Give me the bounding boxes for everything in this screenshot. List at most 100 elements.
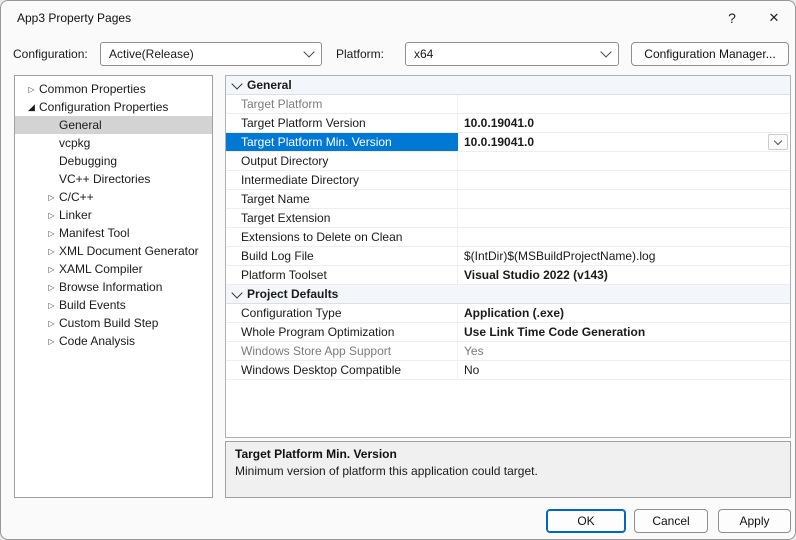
tree-item-label: Build Events [59, 298, 126, 312]
property-value-cell[interactable] [458, 152, 790, 170]
chevron-down-icon[interactable] [231, 78, 242, 89]
help-button[interactable]: ? [711, 3, 753, 33]
property-row-target-extension: Target Extension [226, 209, 790, 228]
group-row-general: General [226, 76, 790, 95]
sidebar-item-vc-directories[interactable]: VC++ Directories [15, 170, 212, 188]
sidebar-item-vcpkg[interactable]: vcpkg [15, 134, 212, 152]
sidebar-item-manifest-tool[interactable]: ▷Manifest Tool [15, 224, 212, 242]
tree-expander-collapsed-icon[interactable]: ▷ [44, 319, 59, 328]
property-name-cell[interactable]: Target Extension [226, 209, 458, 227]
sidebar-item-linker[interactable]: ▷Linker [15, 206, 212, 224]
property-value-cell[interactable] [458, 95, 790, 113]
tree-item-label: Browse Information [59, 280, 162, 294]
tree-expander-collapsed-icon[interactable]: ▷ [44, 211, 59, 220]
tree-item-label: Custom Build Step [59, 316, 158, 330]
property-row-target-platform: Target Platform [226, 95, 790, 114]
configuration-select[interactable]: Active(Release) [100, 42, 322, 66]
tree-expander-collapsed-icon[interactable]: ▷ [44, 283, 59, 292]
sidebar-item-xaml-compiler[interactable]: ▷XAML Compiler [15, 260, 212, 278]
property-value-cell[interactable] [458, 228, 790, 246]
group-header[interactable]: General [226, 76, 292, 94]
property-value-cell[interactable] [458, 171, 790, 189]
property-name: Build Log File [241, 249, 314, 263]
tree-expander-collapsed-icon[interactable]: ▷ [44, 301, 59, 310]
property-name-cell[interactable]: Target Platform Version [226, 114, 458, 132]
sidebar-item-configuration-properties[interactable]: ◢Configuration Properties [15, 98, 212, 116]
sidebar-item-build-events[interactable]: ▷Build Events [15, 296, 212, 314]
tree-expander-collapsed-icon[interactable]: ▷ [44, 265, 59, 274]
close-button[interactable]: ✕ [753, 3, 795, 33]
group-header[interactable]: Project Defaults [226, 285, 338, 303]
tree-item-label: XAML Compiler [59, 262, 143, 276]
property-name-cell[interactable]: Whole Program Optimization [226, 323, 458, 341]
property-name-cell[interactable]: Target Platform Min. Version [226, 133, 458, 151]
property-name-cell[interactable]: Configuration Type [226, 304, 458, 322]
property-name: Target Name [241, 192, 310, 206]
property-name-cell[interactable]: Intermediate Directory [226, 171, 458, 189]
configuration-manager-button[interactable]: Configuration Manager... [631, 42, 789, 66]
property-value-cell[interactable]: No [458, 361, 790, 379]
property-value-cell[interactable]: Use Link Time Code Generation [458, 323, 790, 341]
sidebar-item-debugging[interactable]: Debugging [15, 152, 212, 170]
property-value-cell[interactable]: Visual Studio 2022 (v143) [458, 266, 790, 284]
property-row-configuration-type: Configuration TypeApplication (.exe) [226, 304, 790, 323]
tree-expander-collapsed-icon[interactable]: ▷ [44, 193, 59, 202]
property-name-cell[interactable]: Platform Toolset [226, 266, 458, 284]
property-name: Target Platform Version [241, 116, 366, 130]
tree-expander-collapsed-icon[interactable]: ▷ [44, 229, 59, 238]
property-name: Target Platform Min. Version [241, 135, 392, 149]
title-bar: App3 Property Pages ? ✕ [1, 1, 795, 35]
tree-expander-collapsed-icon[interactable]: ▷ [44, 337, 59, 346]
description-text: Minimum version of platform this applica… [235, 464, 781, 478]
property-value-cell[interactable]: Application (.exe) [458, 304, 790, 322]
property-name-cell[interactable]: Extensions to Delete on Clean [226, 228, 458, 246]
property-name: Output Directory [241, 154, 328, 168]
platform-select[interactable]: x64 [405, 42, 619, 66]
tree-expander-collapsed-icon[interactable]: ▷ [44, 247, 59, 256]
sidebar-item-code-analysis[interactable]: ▷Code Analysis [15, 332, 212, 350]
property-value: $(IntDir)$(MSBuildProjectName).log [464, 249, 655, 263]
property-name: Intermediate Directory [241, 173, 359, 187]
property-value-cell[interactable]: 10.0.19041.0 [458, 133, 790, 151]
property-name-cell[interactable]: Target Name [226, 190, 458, 208]
apply-button[interactable]: Apply [718, 509, 791, 533]
tree-item-label: General [59, 118, 102, 132]
sidebar-item-browse-information[interactable]: ▷Browse Information [15, 278, 212, 296]
property-grid: GeneralTarget Platform Target Platform Ve… [225, 75, 791, 438]
property-name-cell[interactable]: Target Platform [226, 95, 458, 113]
property-value: No [464, 363, 479, 377]
property-name-cell[interactable]: Build Log File [226, 247, 458, 265]
property-value-cell[interactable]: $(IntDir)$(MSBuildProjectName).log [458, 247, 790, 265]
chevron-down-icon[interactable] [231, 287, 242, 298]
cancel-button[interactable]: Cancel [634, 509, 708, 533]
property-name-cell[interactable]: Output Directory [226, 152, 458, 170]
property-name: Platform Toolset [241, 268, 327, 282]
value-dropdown-button[interactable] [768, 134, 788, 150]
property-value-cell[interactable]: Yes [458, 342, 790, 360]
help-icon: ? [728, 10, 736, 26]
tree-expander-collapsed-icon[interactable]: ▷ [24, 85, 39, 94]
property-value-cell[interactable] [458, 190, 790, 208]
property-row-intermediate-directory: Intermediate Directory [226, 171, 790, 190]
sidebar-item-xml-document-generator[interactable]: ▷XML Document Generator [15, 242, 212, 260]
property-pages-dialog: App3 Property Pages ? ✕ Configuration: A… [0, 0, 796, 540]
sidebar-item-custom-build-step[interactable]: ▷Custom Build Step [15, 314, 212, 332]
property-name: Whole Program Optimization [241, 325, 394, 339]
chevron-down-icon [600, 46, 611, 57]
property-name-cell[interactable]: Windows Store App Support [226, 342, 458, 360]
ok-button[interactable]: OK [546, 509, 626, 533]
sidebar-item-common-properties[interactable]: ▷Common Properties [15, 80, 212, 98]
property-value: Yes [464, 344, 484, 358]
property-value-cell[interactable] [458, 209, 790, 227]
property-value: Use Link Time Code Generation [464, 325, 645, 339]
property-value-cell[interactable]: 10.0.19041.0 [458, 114, 790, 132]
sidebar-item-c-c[interactable]: ▷C/C++ [15, 188, 212, 206]
platform-value: x64 [414, 47, 433, 61]
sidebar-item-general[interactable]: General [15, 116, 212, 134]
tree-expander-expanded-icon[interactable]: ◢ [24, 102, 39, 113]
tree-item-label: vcpkg [59, 136, 90, 150]
property-name-cell[interactable]: Windows Desktop Compatible [226, 361, 458, 379]
chevron-down-icon [774, 137, 782, 145]
close-icon: ✕ [769, 10, 780, 26]
configuration-label: Configuration: [13, 42, 88, 66]
